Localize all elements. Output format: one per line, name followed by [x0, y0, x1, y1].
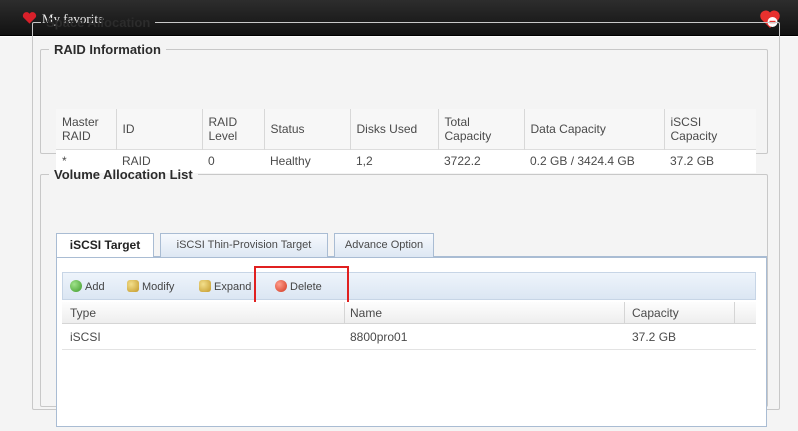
col-capacity: Capacity [632, 306, 679, 320]
col-iscsi-capacity: iSCSI Capacity [664, 109, 756, 149]
expand-button[interactable]: Expand [199, 279, 251, 295]
cell-name: 8800pro01 [350, 330, 408, 344]
col-master-raid: Master RAID [56, 109, 117, 149]
raid-table-header: Master RAID ID RAID Level Status Disks U… [56, 109, 756, 149]
col-status: Status [264, 109, 351, 149]
col-raid-level: RAID Level [202, 109, 265, 149]
column-divider[interactable] [624, 302, 625, 324]
add-icon [70, 280, 82, 292]
cell-capacity: 37.2 GB [632, 330, 677, 344]
col-name: Name [350, 306, 383, 320]
table-row[interactable]: iSCSI 8800pro01 37.2 GB [62, 326, 756, 350]
tab-advance-option[interactable]: Advance Option [334, 233, 434, 257]
col-data-capacity: Data Capacity [524, 109, 665, 149]
raid-information-legend: RAID Information [54, 42, 161, 57]
add-label: Add [85, 281, 105, 293]
col-disks-used: Disks Used [350, 109, 439, 149]
volume-allocation-legend: Volume Allocation List [54, 167, 193, 182]
column-divider[interactable] [344, 302, 345, 324]
col-type: Type [70, 306, 97, 320]
modify-label: Modify [142, 281, 175, 293]
add-button[interactable]: Add [70, 279, 105, 295]
tab-bar: iSCSI Target iSCSI Thin-Provision Target… [56, 233, 767, 258]
column-divider[interactable] [734, 302, 735, 324]
space-allocation-legend: Space Allocation [46, 15, 151, 30]
col-id: ID [116, 109, 203, 149]
tab-iscsi-thin-provision-target[interactable]: iSCSI Thin-Provision Target [160, 233, 328, 257]
modify-button[interactable]: Modify [127, 279, 174, 295]
volume-toolbar: Add Modify Expand Delete [62, 272, 756, 300]
tab-iscsi-target[interactable]: iSCSI Target [56, 233, 154, 258]
volume-list-header: Type Name Capacity [62, 302, 756, 324]
expand-label: Expand [214, 281, 252, 293]
cell-type: iSCSI [70, 330, 101, 344]
modify-icon [127, 280, 139, 292]
raid-table: Master RAID ID RAID Level Status Disks U… [56, 109, 756, 173]
expand-icon [199, 280, 211, 292]
col-total-capacity: Total Capacity [438, 109, 525, 149]
